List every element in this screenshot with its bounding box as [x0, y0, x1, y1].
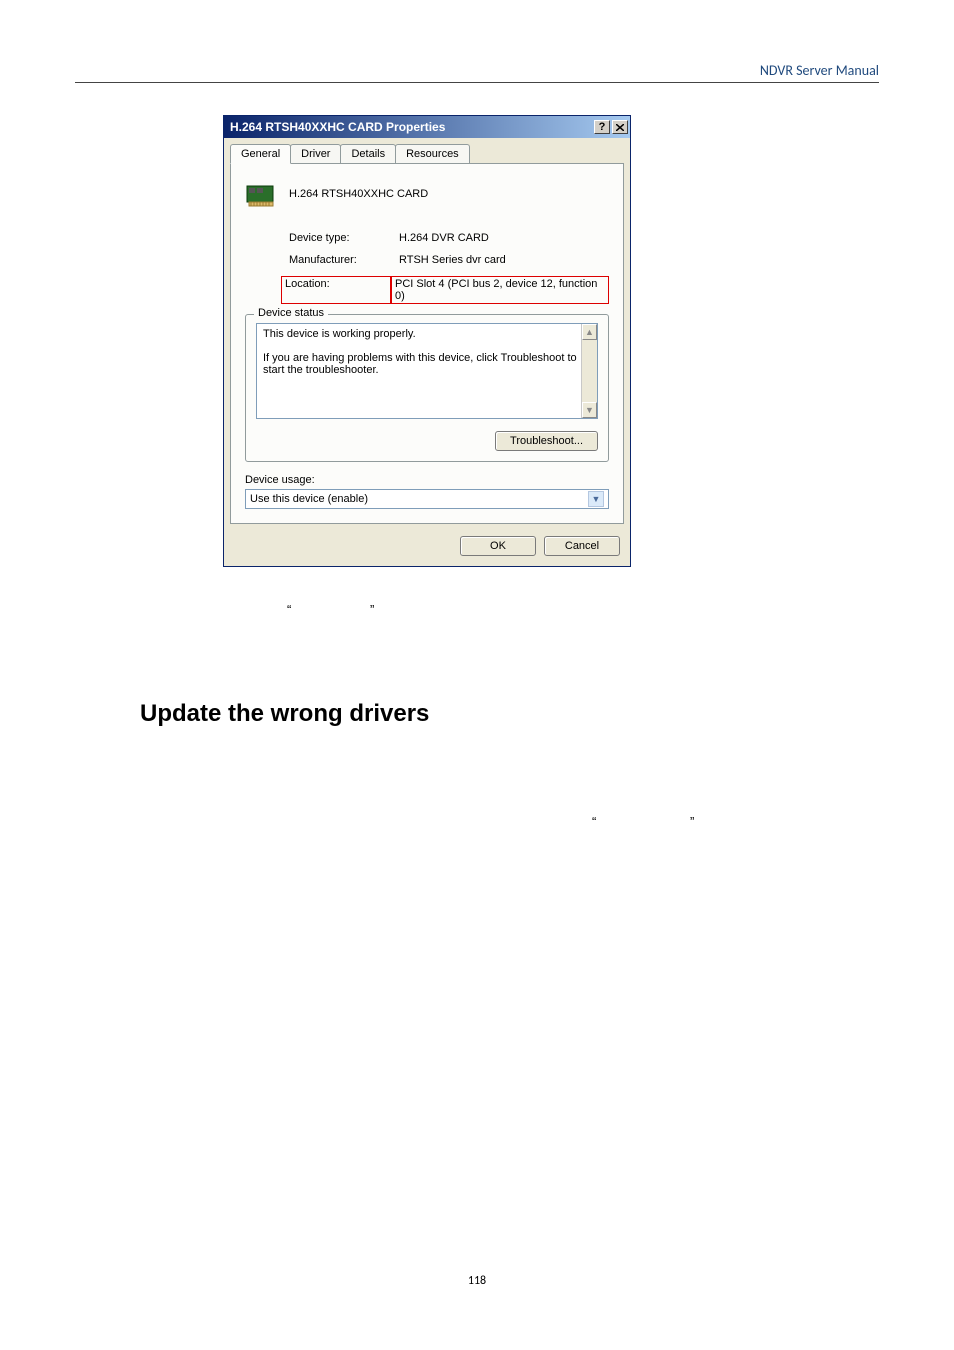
properties-dialog: H.264 RTSH40XXHC CARD Properties ? Gener… — [223, 115, 631, 567]
tab-driver[interactable]: Driver — [290, 144, 341, 163]
tabs-row: General Driver Details Resources — [224, 138, 630, 163]
cancel-button[interactable]: Cancel — [544, 536, 620, 556]
close-button[interactable] — [612, 120, 628, 134]
device-status-legend: Device status — [254, 307, 328, 319]
quote-close-1: ” — [370, 602, 374, 617]
device-usage-value: Use this device (enable) — [250, 493, 368, 505]
help-button[interactable]: ? — [594, 120, 610, 134]
device-usage-select[interactable]: Use this device (enable) ▼ — [245, 489, 609, 509]
row-manufacturer: Manufacturer: RTSH Series dvr card — [289, 254, 609, 266]
manufacturer-label: Manufacturer: — [289, 254, 399, 266]
ok-button[interactable]: OK — [460, 536, 536, 556]
card-icon — [245, 178, 277, 210]
close-icon — [616, 124, 624, 131]
header-manual-link: NDVR Server Manual — [760, 62, 879, 79]
device-status-textbox: This device is working properly. If you … — [256, 323, 598, 419]
manufacturer-value: RTSH Series dvr card — [399, 254, 506, 266]
header-divider — [75, 82, 879, 83]
chevron-down-icon: ▼ — [588, 491, 604, 507]
row-location: Location: PCI Slot 4 (PCI bus 2, device … — [285, 276, 609, 304]
row-device-type: Device type: H.264 DVR CARD — [289, 232, 609, 244]
titlebar-controls: ? — [594, 120, 628, 134]
scrollbar[interactable]: ▲ ▼ — [581, 324, 597, 418]
quote-open-2: “ — [592, 814, 596, 829]
quote-open-1: “ — [287, 602, 291, 617]
tab-details[interactable]: Details — [340, 144, 396, 163]
quote-close-2: ” — [690, 814, 694, 829]
titlebar: H.264 RTSH40XXHC CARD Properties ? — [224, 116, 630, 138]
location-label: Location: — [281, 276, 391, 304]
status-line-1: This device is working properly. — [263, 328, 591, 340]
page-number: 118 — [0, 1274, 954, 1288]
section-heading: Update the wrong drivers — [140, 700, 429, 728]
device-header: H.264 RTSH40XXHC CARD — [245, 178, 609, 210]
scroll-up-icon: ▲ — [582, 324, 597, 340]
status-line-2: If you are having problems with this dev… — [263, 352, 591, 376]
device-title: H.264 RTSH40XXHC CARD — [289, 188, 428, 200]
troubleshoot-row: Troubleshoot... — [256, 431, 598, 451]
device-type-value: H.264 DVR CARD — [399, 232, 489, 244]
location-value: PCI Slot 4 (PCI bus 2, device 12, functi… — [391, 276, 609, 304]
tab-general[interactable]: General — [230, 144, 291, 164]
scroll-down-icon: ▼ — [582, 402, 597, 418]
troubleshoot-button[interactable]: Troubleshoot... — [495, 431, 598, 451]
tab-resources[interactable]: Resources — [395, 144, 470, 163]
dialog-button-row: OK Cancel — [224, 530, 630, 566]
device-status-fieldset: Device status This device is working pro… — [245, 314, 609, 462]
tabpanel-general: H.264 RTSH40XXHC CARD Device type: H.264… — [230, 163, 624, 524]
device-type-label: Device type: — [289, 232, 399, 244]
device-usage-label: Device usage: — [245, 474, 609, 486]
titlebar-text: H.264 RTSH40XXHC CARD Properties — [230, 120, 594, 134]
